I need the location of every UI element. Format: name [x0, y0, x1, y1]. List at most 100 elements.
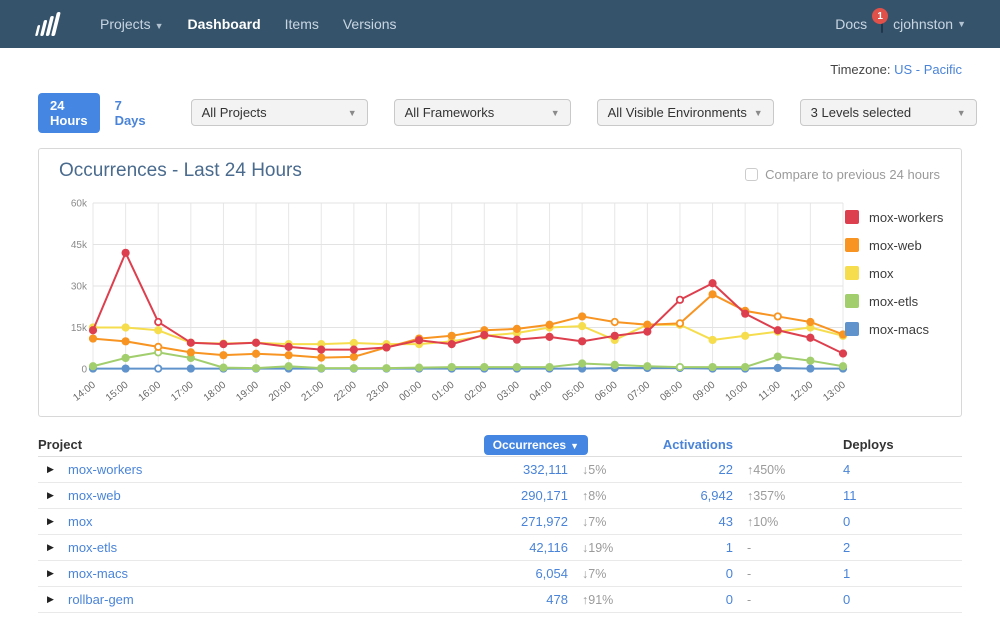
- activations-value[interactable]: 1: [663, 540, 733, 555]
- deploys-value[interactable]: 4: [843, 462, 962, 477]
- legend-item-mox-workers[interactable]: mox-workers: [845, 203, 943, 231]
- data-point-mox-etls-10:00: [742, 364, 748, 370]
- data-point-mox-web-12:00: [807, 319, 813, 325]
- project-link-label[interactable]: mox-workers: [68, 462, 142, 477]
- deploys-value[interactable]: 0: [843, 592, 962, 607]
- nav-item-dashboard[interactable]: Dashboard: [176, 16, 273, 32]
- project-link-label[interactable]: rollbar-gem: [68, 592, 134, 607]
- range-24-hours-button[interactable]: 24 Hours: [38, 93, 100, 133]
- project-link[interactable]: rollbar-gem: [68, 592, 408, 607]
- activations-value[interactable]: 0: [663, 592, 733, 607]
- data-point-mox-workers-06:00: [612, 333, 618, 339]
- activations-value[interactable]: 0: [663, 566, 733, 581]
- occurrences-delta: ↑91%: [568, 593, 663, 607]
- compare-checkbox[interactable]: [745, 168, 758, 181]
- nav-item-label: Projects: [100, 16, 151, 32]
- project-link-label[interactable]: mox-web: [68, 488, 121, 503]
- occurrences-panel: Occurrences - Last 24 Hours Compare to p…: [38, 148, 962, 417]
- expand-row-icon[interactable]: ▶: [38, 542, 68, 553]
- rollbar-logo-icon[interactable]: [34, 12, 64, 36]
- occurrences-value[interactable]: 332,111: [408, 462, 568, 477]
- deploys-value[interactable]: 1: [843, 566, 962, 581]
- project-link[interactable]: mox-web: [68, 488, 408, 503]
- page-content: Timezone: US - Pacific 24 Hours 7 Days A…: [0, 62, 1000, 613]
- table-row-mox: ▶mox271,972↓7%43↑10%0: [38, 509, 962, 535]
- range-7-days-button[interactable]: 7 Days: [115, 98, 146, 128]
- filter-dropdown-all-projects[interactable]: All Projects▼: [191, 99, 368, 126]
- deploys-value[interactable]: 0: [843, 514, 962, 529]
- chevron-down-icon: ▼: [348, 108, 357, 118]
- project-link[interactable]: mox-macs: [68, 566, 408, 581]
- x-axis-tick: 17:00: [169, 379, 196, 403]
- legend-item-mox-web[interactable]: mox-web: [845, 231, 943, 259]
- expand-row-icon[interactable]: ▶: [38, 594, 68, 605]
- column-header-project[interactable]: Project: [38, 437, 408, 452]
- activations-value[interactable]: 22: [663, 462, 733, 477]
- deploys-value[interactable]: 11: [843, 488, 962, 503]
- project-link[interactable]: mox-etls: [68, 540, 408, 555]
- filter-dropdown-all-frameworks[interactable]: All Frameworks ▼: [394, 99, 571, 126]
- column-header-occurrences[interactable]: Occurrences▼: [484, 435, 588, 455]
- project-link-label[interactable]: mox-etls: [68, 540, 117, 555]
- data-point-mox-etls-00:00: [416, 364, 422, 370]
- nav-item-projects[interactable]: Projects ▼: [88, 16, 176, 32]
- legend-item-mox-macs[interactable]: mox-macs: [845, 315, 943, 343]
- table-row-mox-workers: ▶mox-workers332,111↓5%22↑450%4: [38, 457, 962, 483]
- occurrences-value[interactable]: 271,972: [408, 514, 568, 529]
- filter-dropdown-3-levels-selected[interactable]: 3 Levels selected▼: [800, 99, 977, 126]
- expand-row-icon[interactable]: ▶: [38, 568, 68, 579]
- expand-row-icon[interactable]: ▶: [38, 490, 68, 501]
- occurrences-delta: ↓19%: [568, 541, 663, 555]
- x-axis-tick: 15:00: [104, 379, 131, 403]
- legend-swatch: [845, 238, 859, 252]
- x-axis-tick: 21:00: [300, 379, 327, 403]
- data-point-mox-workers-08:00: [677, 297, 683, 303]
- data-point-mox-web-16:00: [155, 344, 161, 350]
- nav-item-items[interactable]: Items: [273, 16, 331, 32]
- activations-delta: ↑450%: [733, 463, 843, 477]
- x-axis-tick: 22:00: [332, 379, 359, 403]
- project-link[interactable]: mox-workers: [68, 462, 408, 477]
- activations-value[interactable]: 6,942: [663, 488, 733, 503]
- y-axis-tick: 0: [81, 365, 87, 376]
- project-link[interactable]: mox: [68, 514, 408, 529]
- deploys-value[interactable]: 2: [843, 540, 962, 555]
- dropdown-value: All Frameworks: [405, 105, 495, 120]
- legend-item-mox[interactable]: mox: [845, 259, 943, 287]
- filter-dropdown-all-visible-environments[interactable]: All Visible Environments▼: [597, 99, 774, 126]
- occurrences-value[interactable]: 6,054: [408, 566, 568, 581]
- expand-row-icon[interactable]: ▶: [38, 464, 68, 475]
- docs-link[interactable]: Docs: [835, 16, 867, 32]
- timezone-value-link[interactable]: US - Pacific: [894, 62, 962, 77]
- nav-item-versions[interactable]: Versions: [331, 16, 409, 32]
- column-header-activations[interactable]: Activations: [663, 437, 733, 452]
- expand-row-icon[interactable]: ▶: [38, 516, 68, 527]
- data-point-mox-10:00: [742, 333, 748, 339]
- avatar[interactable]: 1: [881, 16, 883, 32]
- data-point-mox-web-03:00: [514, 326, 520, 332]
- data-point-mox-workers-19:00: [253, 340, 259, 346]
- data-point-mox-etls-19:00: [253, 365, 259, 371]
- chevron-down-icon: ▼: [155, 21, 164, 31]
- activations-value[interactable]: 43: [663, 514, 733, 529]
- user-menu[interactable]: cjohnston ▼: [893, 16, 966, 32]
- legend-item-mox-etls[interactable]: mox-etls: [845, 287, 943, 315]
- data-point-mox-workers-16:00: [155, 319, 161, 325]
- chevron-down-icon: ▼: [551, 108, 560, 118]
- occurrences-value[interactable]: 290,171: [408, 488, 568, 503]
- data-point-mox-web-17:00: [188, 349, 194, 355]
- notification-badge[interactable]: 1: [872, 8, 888, 24]
- project-link-label[interactable]: mox-macs: [68, 566, 128, 581]
- data-point-mox-workers-04:00: [546, 334, 552, 340]
- column-header-deploys[interactable]: Deploys: [843, 437, 962, 452]
- project-link-label[interactable]: mox: [68, 514, 93, 529]
- data-point-mox-workers-07:00: [644, 328, 650, 334]
- x-axis-tick: 13:00: [821, 379, 848, 403]
- occurrences-value[interactable]: 42,116: [408, 540, 568, 555]
- chevron-down-icon: ▼: [957, 108, 966, 118]
- data-point-mox-web-09:00: [709, 291, 715, 297]
- data-point-mox-etls-15:00: [122, 355, 128, 361]
- compare-toggle[interactable]: Compare to previous 24 hours: [745, 167, 940, 182]
- data-point-mox-workers-09:00: [709, 280, 715, 286]
- occurrences-value[interactable]: 478: [408, 592, 568, 607]
